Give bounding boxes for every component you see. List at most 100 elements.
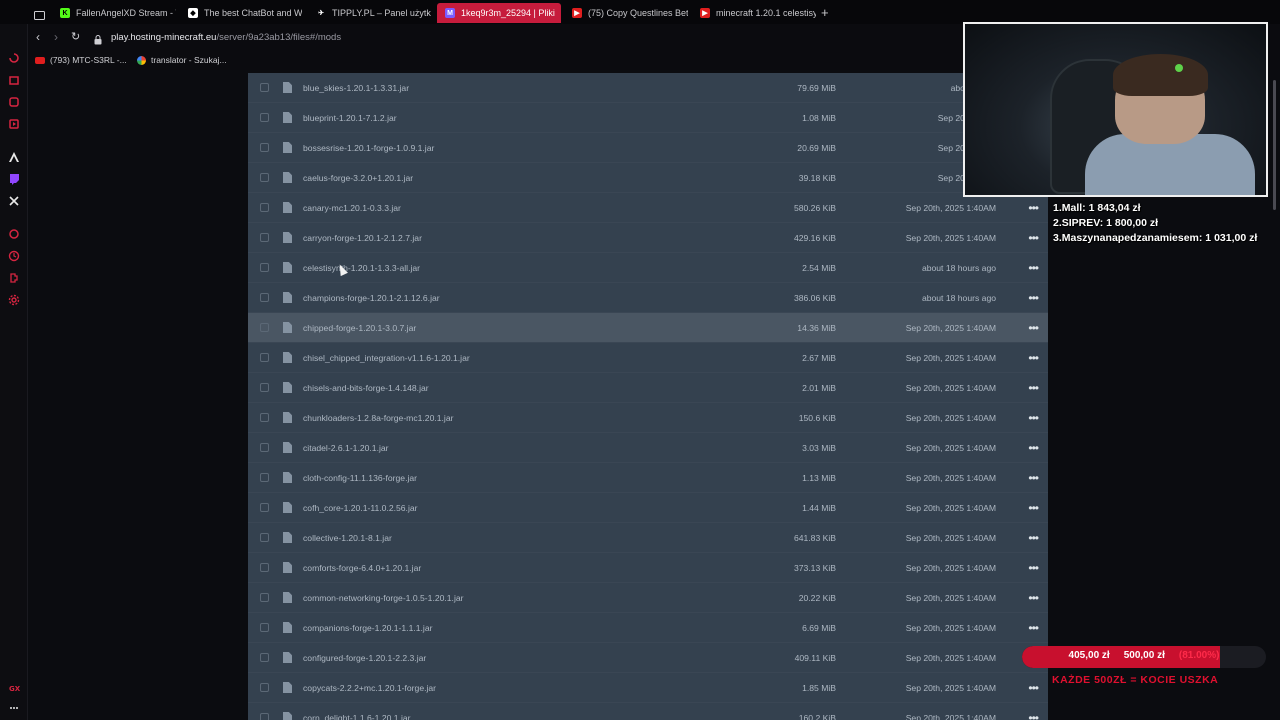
row-checkbox[interactable]: [260, 203, 269, 212]
reload-icon[interactable]: ↻: [71, 30, 80, 43]
tab-chatbot[interactable]: ◆ The best ChatBot and W: [180, 3, 302, 23]
row-menu-button[interactable]: •••: [1028, 501, 1039, 515]
tab-menu-icon[interactable]: [34, 7, 45, 25]
back-arrow-icon[interactable]: ‹: [36, 30, 40, 44]
file-row[interactable]: chisel_chipped_integration-v1.1.6-1.20.1…: [248, 343, 1048, 373]
file-name[interactable]: cloth-config-11.1.136-forge.jar: [303, 473, 417, 483]
row-checkbox[interactable]: [260, 533, 269, 542]
file-row[interactable]: collective-1.20.1-8.1.jar 641.83 KiB Sep 2…: [248, 523, 1048, 553]
bookmark-mtc[interactable]: (793) MTC-S3RL -...: [35, 55, 127, 65]
row-checkbox[interactable]: [260, 413, 269, 422]
row-checkbox[interactable]: [260, 173, 269, 182]
file-name[interactable]: chisel_chipped_integration-v1.1.6-1.20.1…: [303, 353, 470, 363]
row-checkbox[interactable]: [260, 383, 269, 392]
file-name[interactable]: caelus-forge-3.2.0+1.20.1.jar: [303, 173, 413, 183]
new-tab-button[interactable]: +: [821, 5, 829, 20]
row-menu-button[interactable]: •••: [1028, 231, 1039, 245]
gx-corner-icon[interactable]: [6, 72, 22, 88]
file-name[interactable]: bossesrise-1.20.1-forge-1.0.9.1.jar: [303, 143, 434, 153]
file-row[interactable]: chipped-forge-1.20.1-3.0.7.jar 14.36 MiB S…: [248, 313, 1048, 343]
row-menu-button[interactable]: •••: [1028, 321, 1039, 335]
file-row[interactable]: cofh_core-1.20.1-11.0.2.56.jar 1.44 MiB Se…: [248, 493, 1048, 523]
file-name[interactable]: chipped-forge-1.20.1-3.0.7.jar: [303, 323, 416, 333]
file-name[interactable]: common-networking-forge-1.0.5-1.20.1.jar: [303, 593, 464, 603]
row-menu-button[interactable]: •••: [1028, 531, 1039, 545]
file-name[interactable]: comforts-forge-6.4.0+1.20.1.jar: [303, 563, 421, 573]
file-row[interactable]: citadel-2.6.1-1.20.1.jar 3.03 MiB Sep 20th…: [248, 433, 1048, 463]
history-icon[interactable]: [6, 248, 22, 264]
file-row[interactable]: blue_skies-1.20.1-1.3.31.jar 79.69 MiB abo…: [248, 73, 1048, 103]
x-twitter-icon[interactable]: [6, 193, 22, 209]
row-checkbox[interactable]: [260, 443, 269, 452]
extensions-icon[interactable]: [6, 270, 22, 286]
file-name[interactable]: blueprint-1.20.1-7.1.2.jar: [303, 113, 397, 123]
file-row[interactable]: corn_delight-1.1.6-1.20.1.jar 160.2 KiB Se…: [248, 703, 1048, 720]
player-icon[interactable]: [6, 116, 22, 132]
messenger-icon[interactable]: [6, 94, 22, 110]
file-row[interactable]: champions-forge-1.20.1-2.1.12.6.jar 386.0…: [248, 283, 1048, 313]
file-row[interactable]: comforts-forge-6.4.0+1.20.1.jar 373.13 Ki…: [248, 553, 1048, 583]
row-checkbox[interactable]: [260, 563, 269, 572]
file-row[interactable]: companions-forge-1.20.1-1.1.1.jar 6.69 Mi…: [248, 613, 1048, 643]
row-checkbox[interactable]: [260, 683, 269, 692]
settings-gear-icon[interactable]: [6, 292, 22, 308]
url-input[interactable]: play.hosting-minecraft.eu/server/9a23ab1…: [111, 32, 341, 43]
row-checkbox[interactable]: [260, 233, 269, 242]
lock-icon[interactable]: [94, 32, 102, 50]
row-checkbox[interactable]: [260, 263, 269, 272]
file-row[interactable]: configured-forge-1.20.1-2.2.3.jar 409.11 …: [248, 643, 1048, 673]
file-name[interactable]: chunkloaders-1.2.8a-forge-mc1.20.1.jar: [303, 413, 453, 423]
file-name[interactable]: champions-forge-1.20.1-2.1.12.6.jar: [303, 293, 440, 303]
file-row[interactable]: canary-mc1.20.1-0.3.3.jar 580.26 KiB Sep 2…: [248, 193, 1048, 223]
row-menu-button[interactable]: •••: [1028, 411, 1039, 425]
file-name[interactable]: carryon-forge-1.20.1-2.1.2.7.jar: [303, 233, 422, 243]
row-menu-button[interactable]: •••: [1028, 591, 1039, 605]
file-row[interactable]: celestisynth-1.20.1-1.3.3-all.jar 2.54 Mi…: [248, 253, 1048, 283]
row-menu-button[interactable]: •••: [1028, 381, 1039, 395]
file-row[interactable]: carryon-forge-1.20.1-2.1.2.7.jar 429.16 K…: [248, 223, 1048, 253]
row-menu-button[interactable]: •••: [1028, 441, 1039, 455]
row-menu-button[interactable]: •••: [1028, 681, 1039, 695]
file-row[interactable]: cloth-config-11.1.136-forge.jar 1.13 MiB S…: [248, 463, 1048, 493]
file-name[interactable]: chisels-and-bits-forge-1.4.148.jar: [303, 383, 429, 393]
file-row[interactable]: blueprint-1.20.1-7.1.2.jar1.08 MiBSep 20…: [248, 103, 1048, 133]
row-menu-button[interactable]: •••: [1028, 201, 1039, 215]
tab-fallenangel[interactable]: K FallenAngelXD Stream - V: [52, 3, 176, 23]
file-name[interactable]: collective-1.20.1-8.1.jar: [303, 533, 392, 543]
row-menu-button[interactable]: •••: [1028, 561, 1039, 575]
row-menu-button[interactable]: •••: [1028, 711, 1039, 720]
row-checkbox[interactable]: [260, 323, 269, 332]
row-menu-button[interactable]: •••: [1028, 471, 1039, 485]
row-checkbox[interactable]: [260, 623, 269, 632]
more-icon[interactable]: [6, 700, 22, 716]
file-name[interactable]: corn_delight-1.1.6-1.20.1.jar: [303, 713, 411, 720]
gx-control-icon[interactable]: [6, 50, 22, 66]
tab-youtube-questlines[interactable]: ▶ (75) Copy Questlines Betw: [564, 3, 688, 23]
row-menu-button[interactable]: •••: [1028, 351, 1039, 365]
row-menu-button[interactable]: •••: [1028, 621, 1039, 635]
file-row[interactable]: caelus-forge-3.2.0+1.20.1.jar 39.18 KiB Se…: [248, 163, 1048, 193]
file-row[interactable]: copycats-2.2.2+mc.1.20.1-forge.jar 1.85 M…: [248, 673, 1048, 703]
row-checkbox[interactable]: [260, 143, 269, 152]
row-checkbox[interactable]: [260, 593, 269, 602]
file-row[interactable]: chunkloaders-1.2.8a-forge-mc1.20.1.jar 15…: [248, 403, 1048, 433]
tab-tipply[interactable]: ✈ TIPPLY.PL – Panel użytk: [308, 3, 432, 23]
tab-youtube-celestisynth[interactable]: ▶ minecraft 1.20.1 celestisy: [692, 3, 816, 23]
file-row[interactable]: common-networking-forge-1.0.5-1.20.1.jar…: [248, 583, 1048, 613]
file-name[interactable]: cofh_core-1.20.1-11.0.2.56.jar: [303, 503, 418, 513]
forward-arrow-icon[interactable]: ›: [54, 30, 58, 44]
file-name[interactable]: configured-forge-1.20.1-2.2.3.jar: [303, 653, 426, 663]
file-name[interactable]: canary-mc1.20.1-0.3.3.jar: [303, 203, 401, 213]
vpn-icon[interactable]: [6, 226, 22, 242]
file-name[interactable]: citadel-2.6.1-1.20.1.jar: [303, 443, 389, 453]
row-checkbox[interactable]: [260, 113, 269, 122]
file-row[interactable]: chisels-and-bits-forge-1.4.148.jar 2.01 M…: [248, 373, 1048, 403]
row-checkbox[interactable]: [260, 503, 269, 512]
twitch-icon[interactable]: [6, 171, 22, 187]
row-checkbox[interactable]: [260, 473, 269, 482]
file-name[interactable]: companions-forge-1.20.1-1.1.1.jar: [303, 623, 432, 633]
file-row[interactable]: bossesrise-1.20.1-forge-1.0.9.1.jar 20.69…: [248, 133, 1048, 163]
row-checkbox[interactable]: [260, 713, 269, 720]
row-checkbox[interactable]: [260, 293, 269, 302]
file-name[interactable]: celestisynth-1.20.1-1.3.3-all.jar: [303, 263, 420, 273]
